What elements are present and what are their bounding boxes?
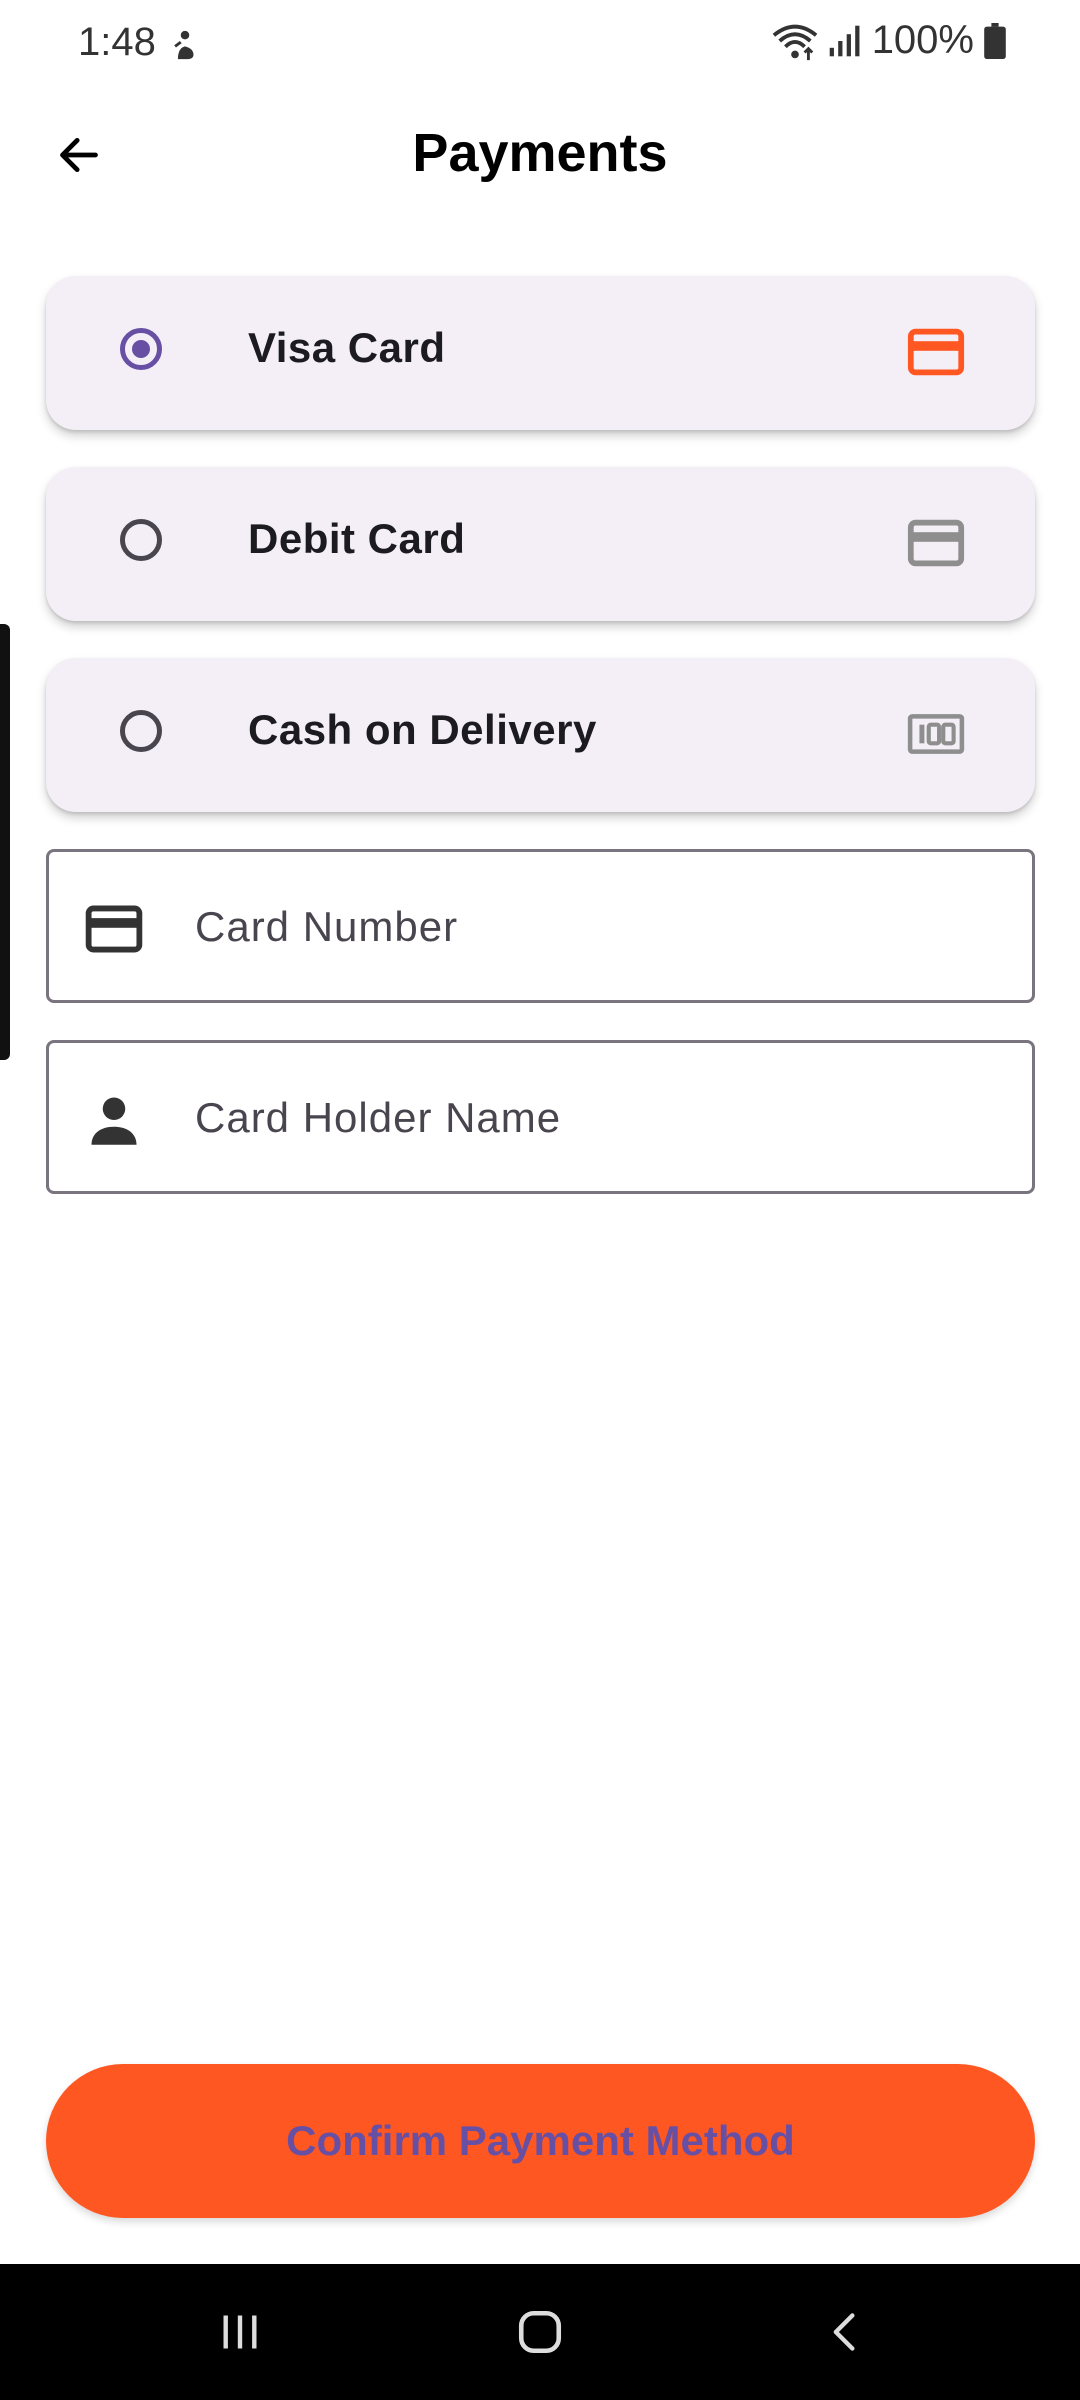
option-label: Debit Card: [248, 515, 466, 562]
money-icon: [907, 714, 965, 754]
card-holder-name-field[interactable]: [46, 1040, 1035, 1194]
status-right-cluster: 100%: [772, 18, 1006, 63]
back-nav-button[interactable]: [800, 2294, 890, 2370]
credit-card-icon: [907, 328, 965, 376]
payment-option-visa-card[interactable]: Visa Card: [46, 276, 1035, 430]
option-label: Cash on Delivery: [248, 706, 597, 753]
system-navigation-bar: [0, 2264, 1080, 2400]
person-icon: [91, 1097, 137, 1145]
app-bar: Payments: [0, 100, 1080, 210]
card-number-input[interactable]: [193, 852, 997, 1002]
battery-icon: [984, 22, 1006, 59]
home-icon: [518, 2310, 562, 2354]
side-edge-handle: [0, 624, 10, 1060]
battery-percent: 100%: [871, 18, 974, 62]
page-title: Payments: [412, 123, 668, 183]
accessibility-person-icon: [174, 30, 194, 60]
home-button[interactable]: [495, 2294, 585, 2370]
credit-card-icon: [907, 519, 965, 567]
chevron-left-icon: [833, 2313, 855, 2351]
confirm-payment-button[interactable]: Confirm Payment Method: [46, 2064, 1035, 2218]
confirm-button-label: Confirm Payment Method: [286, 2117, 795, 2164]
radio-button-selected[interactable]: [120, 328, 162, 370]
recent-apps-icon: [223, 2315, 257, 2349]
option-label: Visa Card: [248, 324, 446, 371]
card-number-field[interactable]: [46, 849, 1035, 1003]
recent-apps-button[interactable]: [195, 2294, 285, 2370]
payment-option-cash-on-delivery[interactable]: Cash on Delivery: [46, 658, 1035, 812]
status-bar: 1:48 100%: [0, 0, 1080, 90]
wifi-icon: [772, 24, 817, 60]
radio-button[interactable]: [120, 710, 162, 752]
payment-option-debit-card[interactable]: Debit Card: [46, 467, 1035, 621]
radio-button[interactable]: [120, 519, 162, 561]
credit-card-icon: [85, 905, 143, 953]
status-time: 1:48: [78, 20, 156, 64]
card-holder-name-input[interactable]: [193, 1043, 997, 1193]
signal-icon: [829, 25, 860, 56]
